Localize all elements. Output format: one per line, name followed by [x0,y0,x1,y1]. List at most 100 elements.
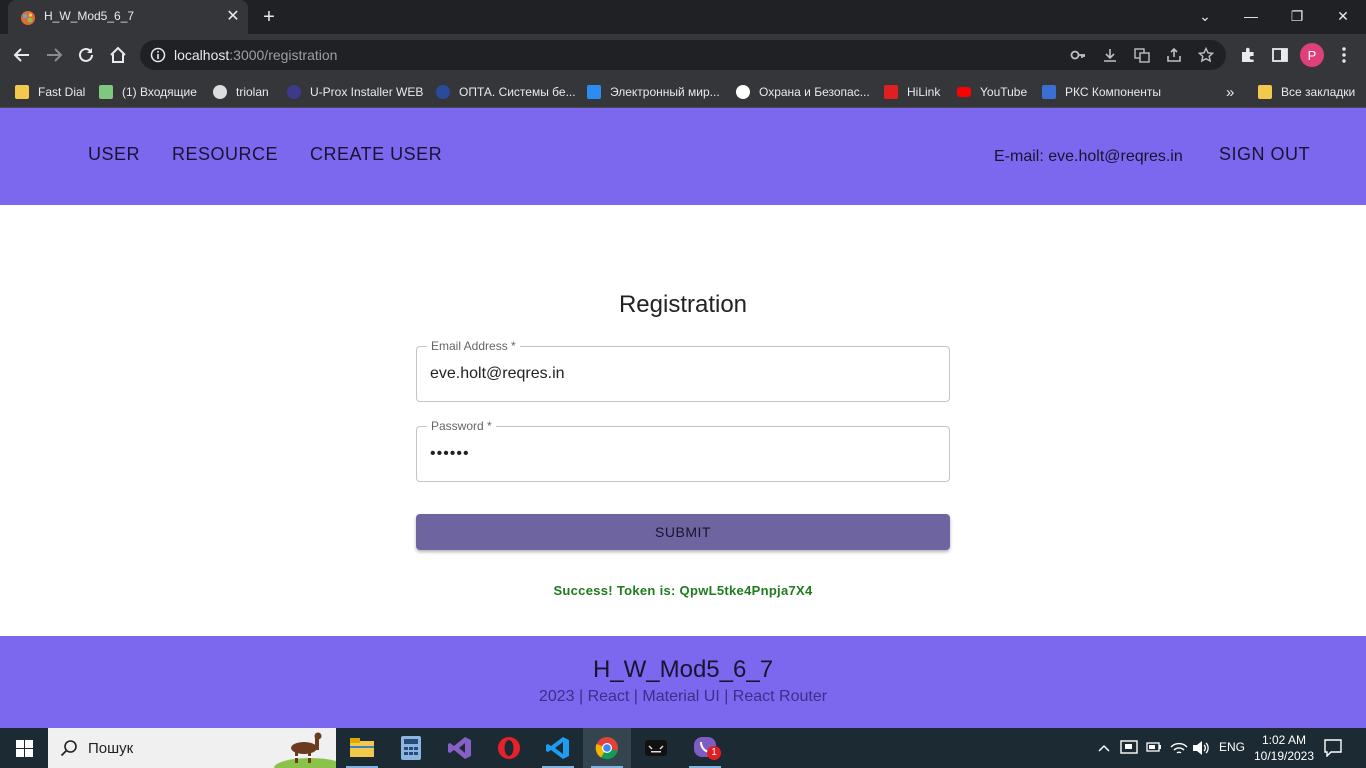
user-email: E-mail: eve.holt@reqres.in [994,148,1183,165]
footer-subtitle: 2023 | React | Material UI | React Route… [538,688,828,705]
profile-avatar[interactable]: P [1300,43,1324,67]
tab-close-icon[interactable]: ✕ [224,8,242,26]
email-field[interactable]: Email Address * eve.holt@reqres.in [416,339,950,402]
app-footer: H_W_Mod5_6_7 2023 | React | Material UI … [0,636,1366,728]
okapi-illustration-icon [274,732,336,768]
volume-icon[interactable] [1192,740,1210,756]
windows-taskbar: Пошук 1 ENG 1:02 AM 10/19/2023 [0,728,1366,768]
app-pro-icon [645,740,667,756]
nav-create-user[interactable]: CREATE USER [310,144,442,165]
reload-icon[interactable] [76,45,96,65]
opera-icon [498,737,520,759]
chrome-icon [595,737,618,760]
address-bar[interactable]: localhost:3000/registration [140,40,1226,70]
site-info-icon[interactable] [150,47,166,63]
opta-icon [436,85,450,99]
taskbar-visual-studio[interactable] [436,728,484,768]
react-favicon-icon [21,11,35,25]
bookmark-star-icon[interactable] [1198,47,1214,63]
page-title: Registration [618,291,748,318]
sign-out-button[interactable]: SIGN OUT [1219,144,1310,165]
tab-search-button[interactable]: ⌄ [1182,0,1228,34]
taskbar-search[interactable]: Пошук [48,728,336,768]
share-icon[interactable] [1166,47,1182,63]
folder-icon [1258,85,1272,99]
bookmarks-bar: Fast Dial (1) Входящие triolan U-Prox In… [0,76,1366,108]
menu-kebab-icon[interactable] [1334,45,1354,65]
language-indicator[interactable]: ENG [1219,740,1245,754]
back-icon[interactable] [12,45,32,65]
browser-tab-strip: H_W_Mod5_6_7 ✕ + ⌄ — ❐ ✕ [0,0,1366,34]
side-panel-icon[interactable] [1270,45,1290,65]
taskbar-opera[interactable] [485,728,533,768]
search-placeholder: Пошук [88,740,134,757]
notifications-icon[interactable] [1324,739,1342,757]
translate-icon[interactable] [1134,47,1150,63]
close-window-button[interactable]: ✕ [1320,0,1366,34]
bookmark-item[interactable]: Fast Dial [15,82,85,102]
mail-icon [99,85,113,99]
wifi-icon[interactable] [1170,740,1188,756]
restore-button[interactable]: ❐ [1274,0,1320,34]
uprox-icon [287,85,301,99]
signal-icon [1042,85,1056,99]
bookmark-item[interactable]: ОПТА. Системы бе... [436,82,576,102]
vscode-icon [546,737,569,759]
taskbar-chrome[interactable] [583,728,631,768]
system-clock[interactable]: 1:02 AM 10/19/2023 [1252,732,1316,764]
tab-title: H_W_Mod5_6_7 [44,9,135,23]
email-field-value: eve.holt@reqres.in [430,365,565,382]
battery-icon[interactable] [1146,741,1162,753]
new-tab-button[interactable]: + [258,6,280,28]
forward-icon[interactable] [44,45,64,65]
search-icon [60,740,77,757]
bookmark-item[interactable]: HiLink [884,82,940,102]
eye-icon [736,85,750,99]
home-icon[interactable] [108,45,128,65]
minimize-button[interactable]: — [1228,0,1274,34]
password-field[interactable]: Password * •••••• [416,419,950,482]
password-field-value: •••••• [430,445,470,462]
email-field-label: Email Address * [427,339,520,353]
success-message: Success! Token is: QpwL5tke4Pnpja7X4 [553,583,813,598]
bookmark-item[interactable]: triolan [213,82,269,102]
submit-button[interactable]: SUBMIT [416,514,950,550]
taskbar-vscode[interactable] [534,728,582,768]
huawei-icon [884,85,898,99]
globe-icon [213,85,227,99]
all-bookmarks-folder[interactable]: Все закладки [1258,82,1355,102]
install-icon[interactable] [1102,47,1118,63]
bookmark-item[interactable]: Электронный мир... [587,82,720,102]
bookmark-item[interactable]: U-Prox Installer WEB [287,82,423,102]
windows-logo-icon [16,740,33,757]
e-icon [587,85,601,99]
taskbar-app-pro[interactable] [632,728,680,768]
taskbar-calculator[interactable] [387,728,435,768]
notification-badge: 1 [707,746,721,760]
browser-toolbar: localhost:3000/registration P [0,34,1366,76]
bookmark-item[interactable]: Охрана и Безопас... [736,82,870,102]
visual-studio-icon [448,737,471,759]
bookmark-item[interactable]: РКС Компоненты [1042,82,1161,102]
bookmark-item[interactable]: (1) Входящие [99,82,197,102]
folder-icon [15,85,29,99]
taskbar-file-explorer[interactable] [338,728,386,768]
extensions-icon[interactable] [1238,45,1258,65]
nav-user[interactable]: USER [88,144,140,165]
footer-title: H_W_Mod5_6_7 [592,656,774,683]
taskbar-viber[interactable]: 1 [681,728,729,768]
browser-tab[interactable]: H_W_Mod5_6_7 ✕ [8,0,248,34]
bookmark-item[interactable]: YouTube [957,82,1027,102]
meet-now-icon[interactable] [1120,740,1138,756]
tray-overflow-icon[interactable] [1098,743,1110,753]
start-button[interactable] [0,728,48,768]
key-icon[interactable] [1070,47,1086,63]
bookmarks-overflow-icon[interactable]: » [1226,82,1234,102]
folder-icon [350,738,374,757]
nav-resource[interactable]: RESOURCE [172,144,278,165]
app-header: USER RESOURCE CREATE USER E-mail: eve.ho… [0,108,1366,205]
password-field-label: Password * [427,419,496,433]
main-content: Registration Email Address * eve.holt@re… [0,205,1366,636]
youtube-icon [957,87,971,97]
calculator-icon [401,736,421,760]
